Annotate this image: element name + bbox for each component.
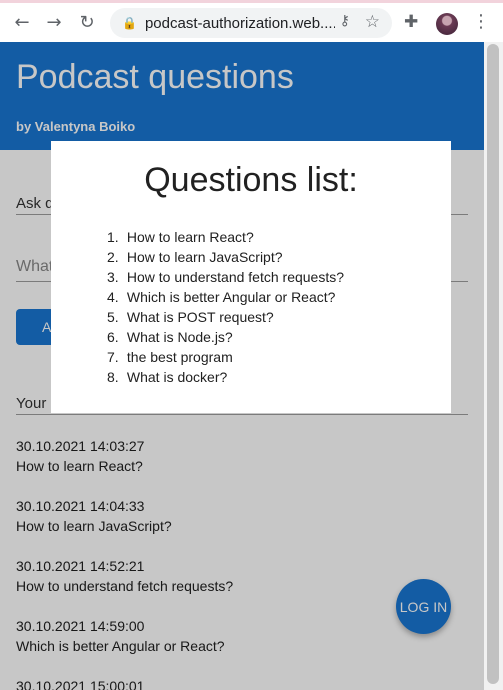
- item-text: What is Node.js?: [126, 329, 233, 345]
- scrollbar-thumb[interactable]: [487, 44, 499, 684]
- item-number: 2.: [107, 249, 119, 265]
- modal-title: Questions list:: [144, 161, 358, 199]
- item-text: What is docker?: [126, 369, 228, 385]
- forward-arrow-icon[interactable]: →: [41, 9, 67, 35]
- item-text: the best program: [126, 349, 233, 365]
- item-number: 6.: [107, 329, 119, 345]
- puzzle-icon[interactable]: ✚: [404, 12, 418, 32]
- profile-avatar[interactable]: [436, 13, 458, 35]
- list-item: 6. What is Node.js?: [107, 327, 344, 347]
- list-item: 3. How to understand fetch requests?: [107, 267, 344, 287]
- item-text: How to learn JavaScript?: [126, 249, 283, 265]
- item-number: 3.: [107, 269, 119, 285]
- lock-icon: 🔒: [122, 16, 137, 30]
- item-number: 7.: [107, 349, 119, 365]
- item-number: 8.: [107, 369, 119, 385]
- questions-list-modal: Questions list: 1. How to learn React? 2…: [51, 141, 451, 413]
- item-text: What is POST request?: [126, 309, 274, 325]
- list-item: 7. the best program: [107, 347, 344, 367]
- item-number: 4.: [107, 289, 119, 305]
- list-item: 1. How to learn React?: [107, 227, 344, 247]
- item-number: 5.: [107, 309, 119, 325]
- kebab-menu-icon[interactable]: ⋮: [472, 11, 490, 32]
- star-icon[interactable]: ☆: [365, 12, 380, 32]
- list-item: 5. What is POST request?: [107, 307, 344, 327]
- list-item: 4. Which is better Angular or React?: [107, 287, 344, 307]
- reload-icon[interactable]: ↻: [74, 9, 100, 35]
- item-text: How to learn React?: [126, 229, 254, 245]
- item-number: 1.: [107, 229, 119, 245]
- item-text: Which is better Angular or React?: [126, 289, 336, 305]
- questions-ordered-list: 1. How to learn React? 2. How to learn J…: [107, 227, 344, 387]
- address-bar[interactable]: 🔒 podcast-authorization.web.... ⚷ ☆: [110, 8, 392, 38]
- browser-toolbar: ← → ↻ 🔒 podcast-authorization.web.... ⚷ …: [0, 0, 503, 42]
- list-item: 2. How to learn JavaScript?: [107, 247, 344, 267]
- url-text: podcast-authorization.web....: [144, 14, 335, 32]
- key-icon[interactable]: ⚷: [340, 13, 350, 29]
- back-arrow-icon[interactable]: ←: [9, 9, 35, 35]
- item-text: How to understand fetch requests?: [126, 269, 345, 285]
- list-item: 8. What is docker?: [107, 367, 344, 387]
